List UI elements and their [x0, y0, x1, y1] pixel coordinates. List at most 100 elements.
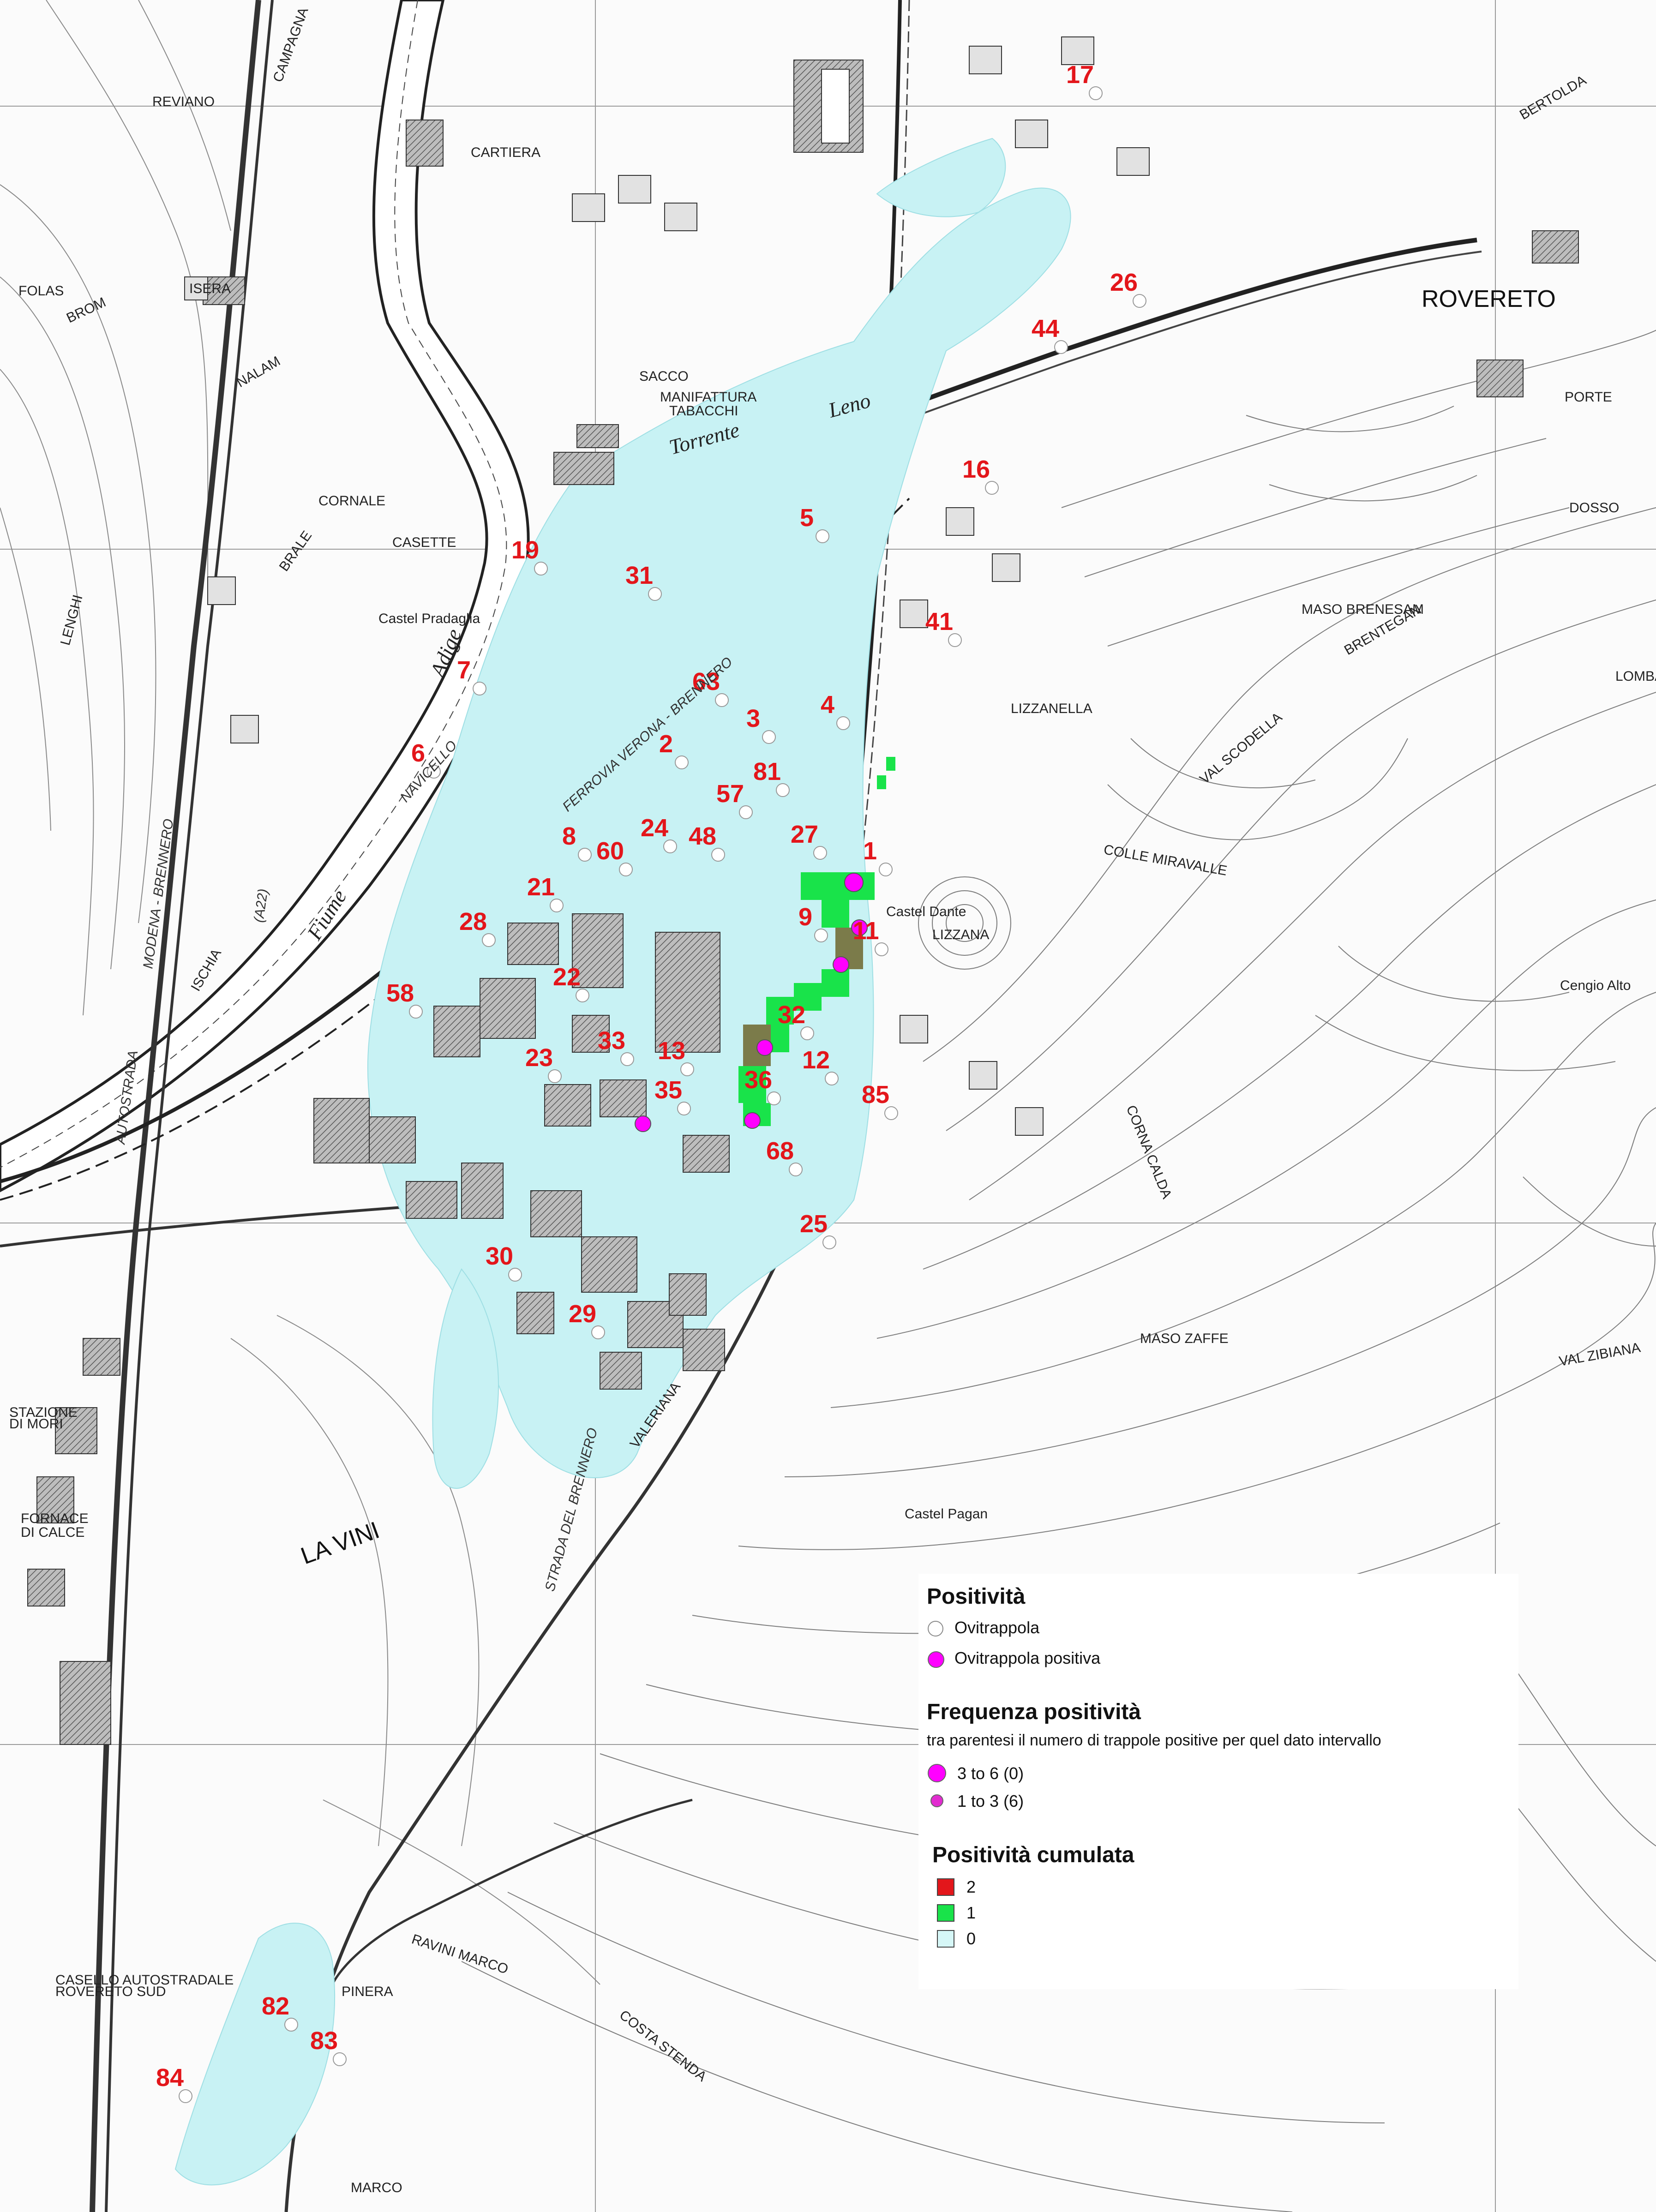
- trap-label-27: 27: [791, 821, 818, 848]
- label-pinera: PINERA: [342, 1984, 393, 1999]
- label-lizzana: LIZZANA: [932, 927, 989, 942]
- trap-label-6: 6: [411, 739, 425, 767]
- trap-label-35: 35: [654, 1076, 682, 1104]
- label-folas: FOLAS: [18, 283, 64, 299]
- ovitrappola-marker: [884, 1106, 898, 1120]
- label-sacco: SACCO: [639, 369, 689, 384]
- label-lizzanella: LIZZANELLA: [1011, 701, 1092, 716]
- legend-cum-1: 1: [966, 1903, 976, 1922]
- trap-label-41: 41: [925, 608, 953, 635]
- label-castel-dante: Castel Dante: [886, 904, 966, 919]
- trap-label-82: 82: [262, 1992, 289, 2020]
- trap-label-36: 36: [744, 1066, 772, 1094]
- label-maso-zaffe: MASO ZAFFE: [1140, 1331, 1229, 1346]
- ovitrappola-marker: [822, 1235, 836, 1249]
- trap-label-24: 24: [641, 814, 668, 842]
- trap-label-33: 33: [598, 1027, 625, 1055]
- trap-label-58: 58: [386, 979, 414, 1007]
- ovitrappola-marker: [333, 2052, 347, 2066]
- ovitrappola-marker: [648, 587, 662, 601]
- legend-cum-0: 0: [966, 1929, 976, 1948]
- ovitrappola-marker: [409, 1005, 423, 1019]
- ovitrappola-marker: [284, 2018, 298, 2032]
- ovitrappola-marker: [814, 929, 828, 942]
- label-fornace: FORNACE: [21, 1511, 89, 1526]
- trap-label-9: 9: [798, 903, 812, 931]
- ovitrappola-marker: [875, 942, 888, 956]
- positive-trap-marker: [833, 956, 849, 973]
- trap-label-81: 81: [753, 758, 781, 785]
- ovitrappola-marker: [1133, 294, 1146, 308]
- legend-frequenza-subtitle: tra parentesi il numero di trappole posi…: [927, 1732, 1381, 1749]
- ovitrappola-marker: [813, 846, 827, 860]
- legend-cumulata-title: Positività cumulata: [932, 1843, 1134, 1867]
- trap-label-22: 22: [553, 963, 581, 991]
- trap-label-1: 1: [863, 837, 877, 865]
- trap-label-23: 23: [525, 1044, 553, 1072]
- cumulative-cell: [877, 775, 886, 789]
- ovitrappola-positiva-symbol: [928, 1651, 944, 1668]
- trap-label-85: 85: [862, 1081, 889, 1109]
- label-marco: MARCO: [351, 2180, 402, 2195]
- trap-label-83: 83: [310, 2027, 338, 2055]
- label-dosso: DOSSO: [1569, 500, 1619, 516]
- freq-low-symbol: [930, 1794, 943, 1807]
- ovitrappola-marker: [482, 933, 496, 947]
- ovitrappola-marker: [879, 863, 893, 876]
- label-cengio-alto: Cengio Alto: [1560, 978, 1631, 993]
- trap-label-30: 30: [486, 1242, 513, 1270]
- label-cartiera: CARTIERA: [471, 145, 540, 160]
- legend-cum-2: 2: [966, 1877, 976, 1896]
- trap-label-4: 4: [821, 691, 834, 719]
- trap-label-3: 3: [746, 705, 760, 732]
- ovitrappola-marker: [534, 562, 548, 575]
- label-rovereto: ROVERETO: [1422, 286, 1556, 312]
- ovitrappola-marker: [825, 1072, 839, 1085]
- ovitrappola-marker: [680, 1062, 694, 1076]
- legend-panel: Positività Ovitrappola Ovitrappola posit…: [918, 1574, 1518, 1989]
- trap-label-25: 25: [800, 1210, 828, 1238]
- label-lombardi: LOMBARDI: [1615, 669, 1656, 684]
- legend-freq-high: 3 to 6 (0): [957, 1764, 1024, 1783]
- ovitrappola-marker: [948, 633, 962, 647]
- ovitrappola-marker: [816, 529, 829, 543]
- ovitrappola-marker: [985, 481, 999, 495]
- positive-trap-marker: [756, 1039, 773, 1056]
- label-tabacchi: TABACCHI: [669, 403, 738, 419]
- ovitrappola-marker: [836, 716, 850, 730]
- ovitrappola-marker: [550, 899, 564, 912]
- positive-trap-marker: [635, 1115, 651, 1132]
- legend-freq-low: 1 to 3 (6): [957, 1792, 1024, 1810]
- label-cornale: CORNALE: [318, 493, 385, 509]
- ovitrappola-marker: [677, 1102, 691, 1115]
- trap-label-13: 13: [658, 1037, 685, 1065]
- cumulative-cell: [822, 900, 849, 928]
- trap-label-57: 57: [716, 780, 744, 808]
- ovitrappola-marker: [508, 1268, 522, 1282]
- trap-label-68: 68: [766, 1137, 794, 1165]
- ovitrappola-marker: [578, 848, 592, 862]
- label-casette: CASETTE: [392, 535, 456, 550]
- label-isera: ISERA: [189, 281, 231, 296]
- label-di-mori: DI MORI: [9, 1416, 63, 1432]
- positive-trap-marker: [744, 1112, 761, 1129]
- trap-label-48: 48: [689, 822, 716, 850]
- trap-label-26: 26: [1110, 269, 1138, 296]
- trap-label-21: 21: [527, 873, 555, 901]
- ovitrappola-marker: [715, 693, 729, 707]
- ovitrappola-marker: [675, 755, 689, 769]
- legend-positivita-title: Positività: [927, 1584, 1026, 1609]
- cumulative-cell: [822, 969, 849, 997]
- ovitrappola-marker: [576, 989, 589, 1002]
- cumulative-cell: [801, 872, 828, 900]
- ovitrappola-marker: [767, 1091, 781, 1105]
- ovitrappola-marker: [739, 805, 753, 819]
- trap-label-29: 29: [569, 1300, 596, 1328]
- label-castel-pradaglia: Castel Pradaglia: [378, 611, 480, 626]
- label-manifattura: MANIFATTURA: [660, 390, 756, 405]
- label-rovereto-sud: ROVERETO SUD: [55, 1984, 166, 1999]
- ovitrappola-marker: [620, 1052, 634, 1066]
- label-porte: PORTE: [1565, 390, 1612, 405]
- trap-label-12: 12: [802, 1046, 830, 1074]
- label-reviano: REVIANO: [152, 94, 215, 109]
